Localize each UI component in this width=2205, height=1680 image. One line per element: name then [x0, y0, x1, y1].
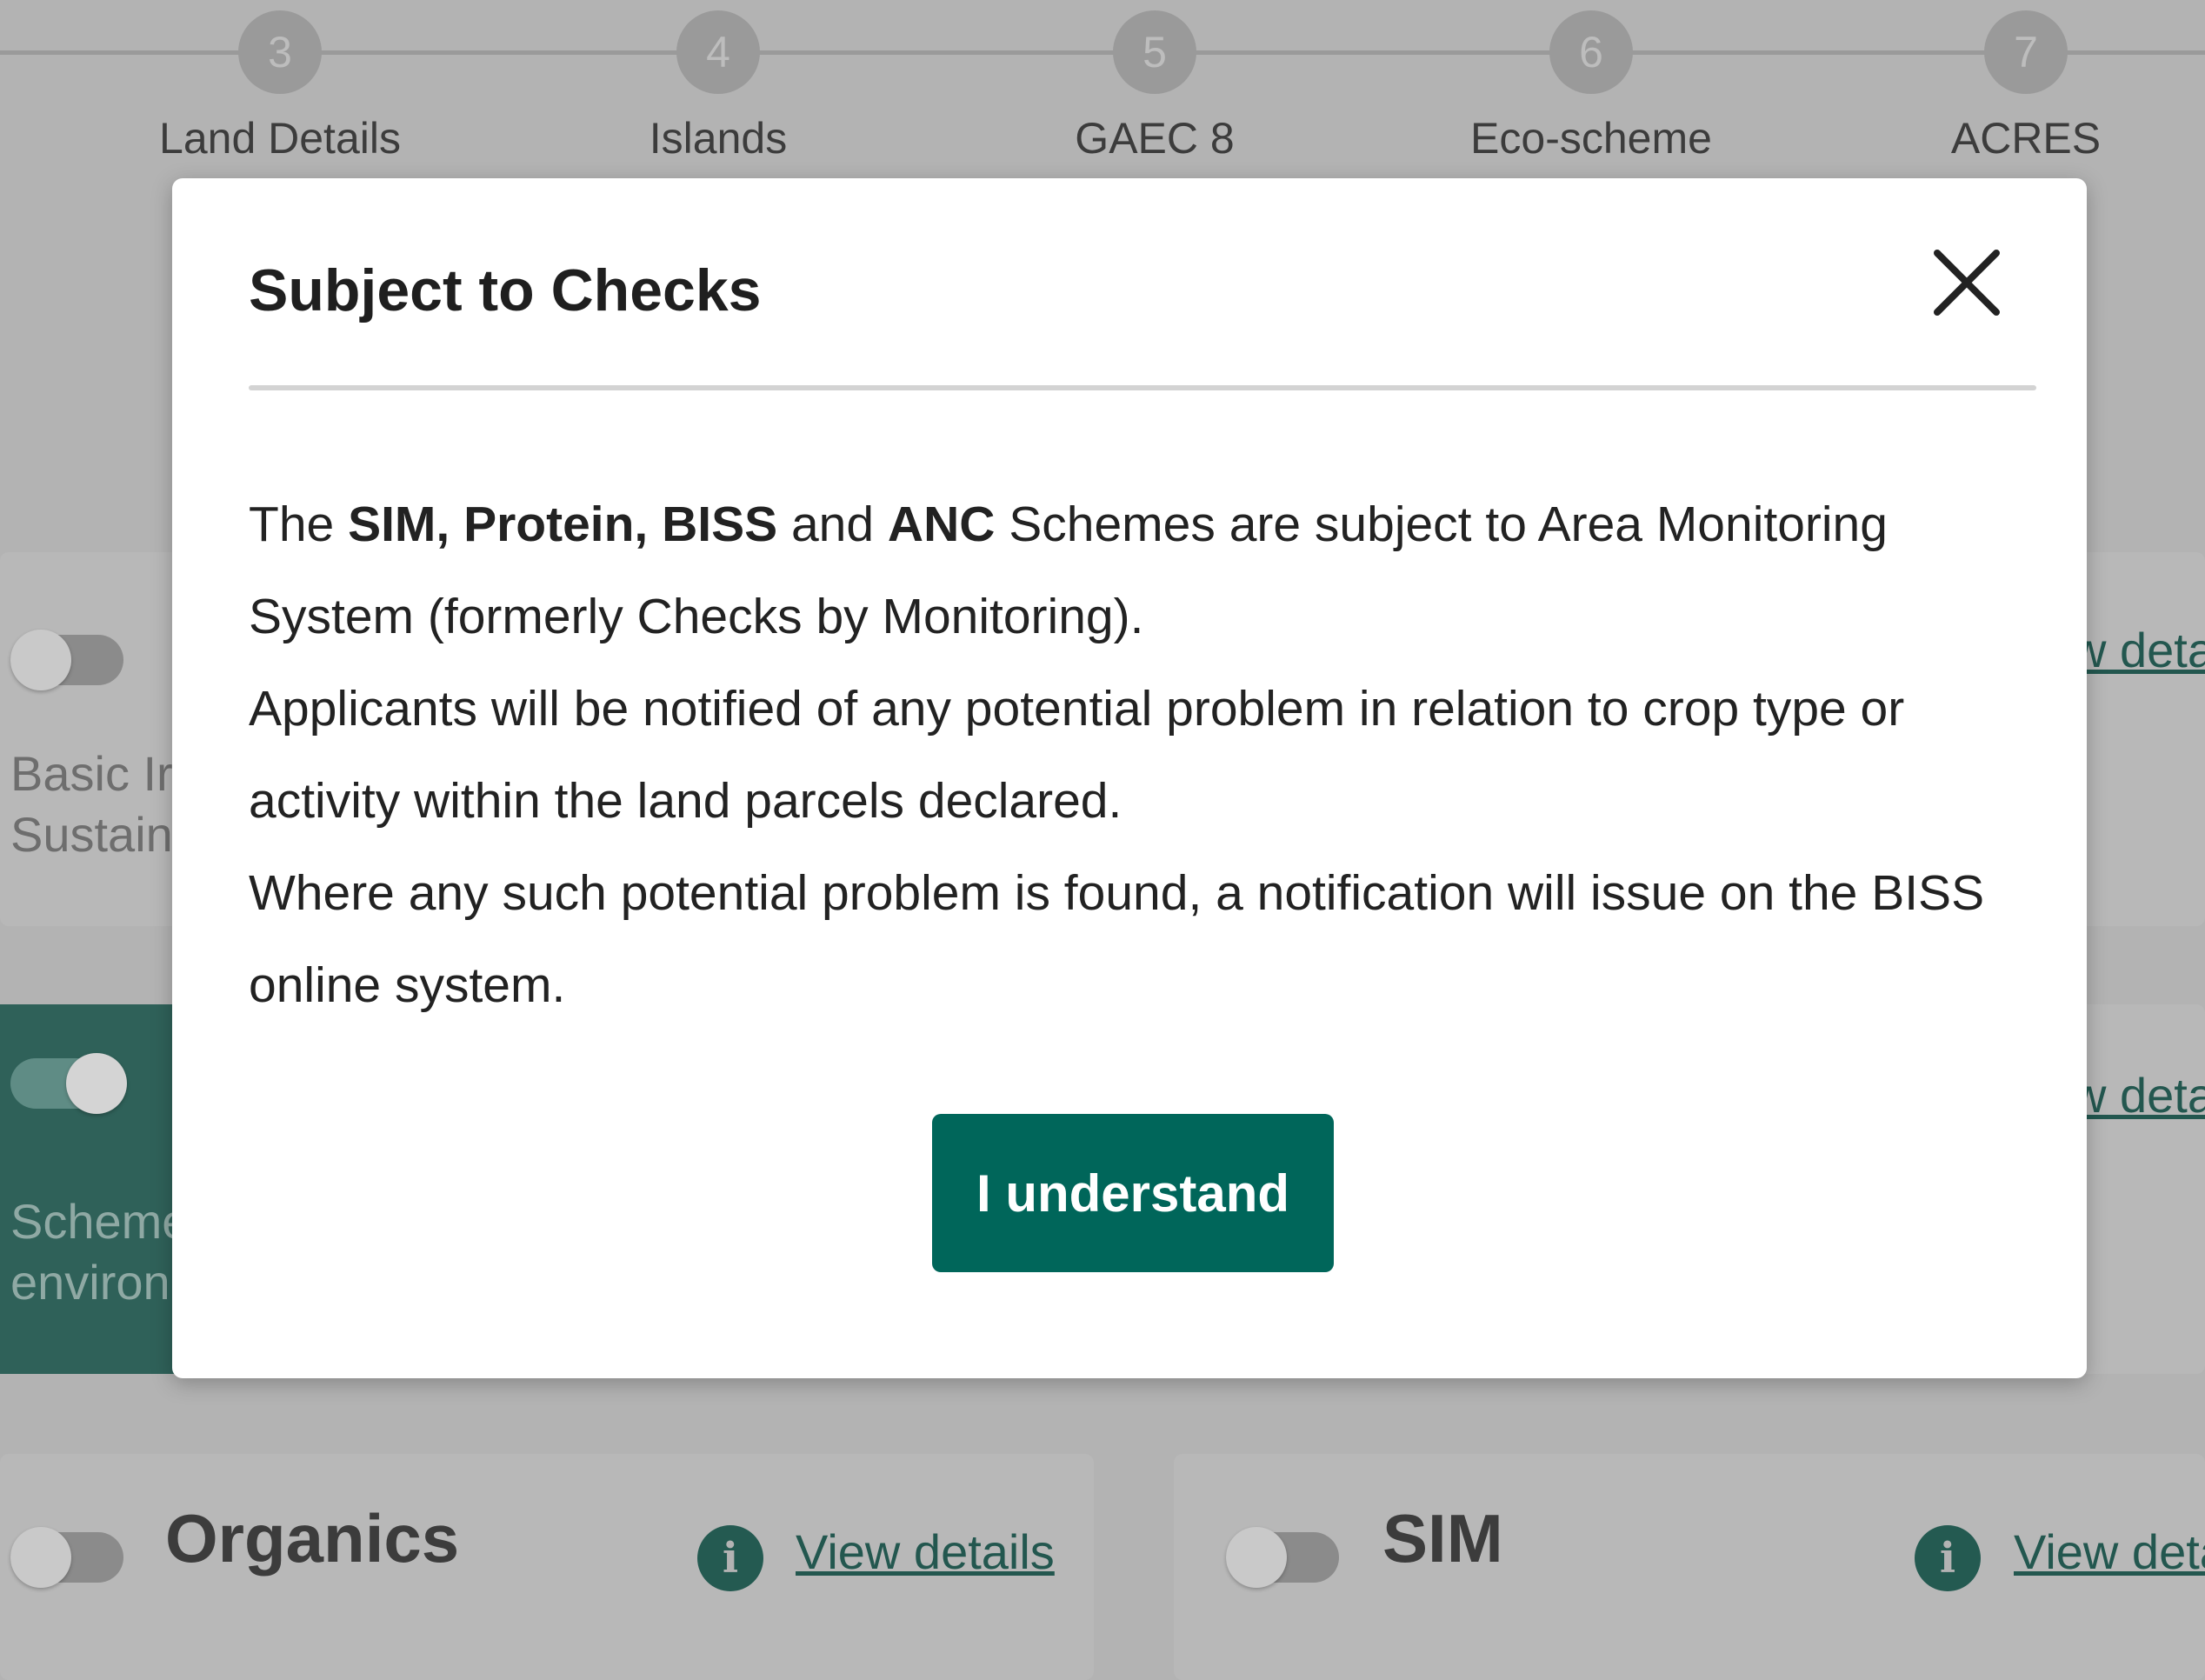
scheme-title: SIM	[1382, 1500, 1503, 1577]
bold-anc: ANC	[887, 497, 996, 552]
desc-line: Basic Ir	[10, 746, 173, 801]
organics-toggle[interactable]	[10, 1527, 123, 1588]
toggle-knob	[1226, 1527, 1287, 1588]
body-paragraph-schemes: The SIM, Protein, BISS and ANC Schemes a…	[249, 478, 2005, 663]
body-paragraph-problem: Where any such potential problem is foun…	[249, 865, 1985, 1013]
text-fragment: The	[249, 497, 349, 552]
view-details-link[interactable]: w deta	[2071, 622, 2205, 678]
step-label: GAEC 8	[1075, 114, 1235, 163]
close-button[interactable]	[1932, 248, 2002, 317]
step-label: ACRES	[1950, 114, 2102, 163]
scheme-description: Basic Ir Sustain	[10, 743, 173, 865]
toggle-knob	[66, 1053, 127, 1114]
scheme-title: Organics	[165, 1500, 460, 1577]
dialog-divider	[249, 385, 2036, 390]
step-label: Land Details	[159, 114, 401, 163]
toggle-knob	[10, 630, 71, 690]
desc-line: environ	[10, 1255, 170, 1310]
step-number-circle: 4	[676, 10, 760, 94]
subject-to-checks-dialog: Subject to Checks The SIM, Protein, BISS…	[172, 178, 2087, 1378]
step-eco-scheme[interactable]: 6 Eco-scheme	[1461, 0, 1722, 163]
desc-line: Scheme	[10, 1194, 190, 1249]
bold-schemes: SIM, Protein, BISS	[348, 497, 778, 552]
step-gaec-8[interactable]: 5 GAEC 8	[1024, 0, 1285, 163]
view-details-link[interactable]: View details	[796, 1523, 1055, 1580]
step-number-circle: 6	[1549, 10, 1633, 94]
step-label: Islands	[649, 114, 788, 163]
step-number-circle: 5	[1113, 10, 1196, 94]
view-details-link[interactable]: w deta	[2071, 1067, 2205, 1123]
close-icon	[1934, 250, 2000, 316]
info-icon[interactable]: i	[1915, 1525, 1981, 1591]
dialog-body: The SIM, Protein, BISS and ANC Schemes a…	[249, 478, 2005, 1031]
scheme-toggle[interactable]	[10, 630, 123, 690]
view-details-link[interactable]: View deta	[2014, 1523, 2205, 1580]
scheme-toggle[interactable]	[10, 1053, 127, 1114]
step-number-circle: 3	[238, 10, 322, 94]
toggle-knob	[10, 1527, 71, 1588]
body-paragraph-notification: Applicants will be notified of any poten…	[249, 681, 1905, 829]
dialog-title: Subject to Checks	[249, 257, 762, 323]
step-land-details[interactable]: 3 Land Details	[150, 0, 410, 163]
step-islands[interactable]: 4 Islands	[588, 0, 849, 163]
i-understand-button[interactable]: I understand	[932, 1114, 1334, 1272]
step-acres[interactable]: 7 ACRES	[1895, 0, 2156, 163]
scheme-card-organics: Organics i View details	[0, 1454, 1094, 1680]
scheme-card-sim: SIM i View deta	[1174, 1454, 2205, 1680]
text-fragment: and	[777, 497, 888, 552]
scheme-description: Scheme environ	[10, 1191, 189, 1313]
step-number-circle: 7	[1984, 10, 2068, 94]
info-icon[interactable]: i	[697, 1525, 763, 1591]
step-label: Eco-scheme	[1470, 114, 1712, 163]
desc-line: Sustain	[10, 807, 173, 862]
sim-toggle[interactable]	[1226, 1527, 1339, 1588]
